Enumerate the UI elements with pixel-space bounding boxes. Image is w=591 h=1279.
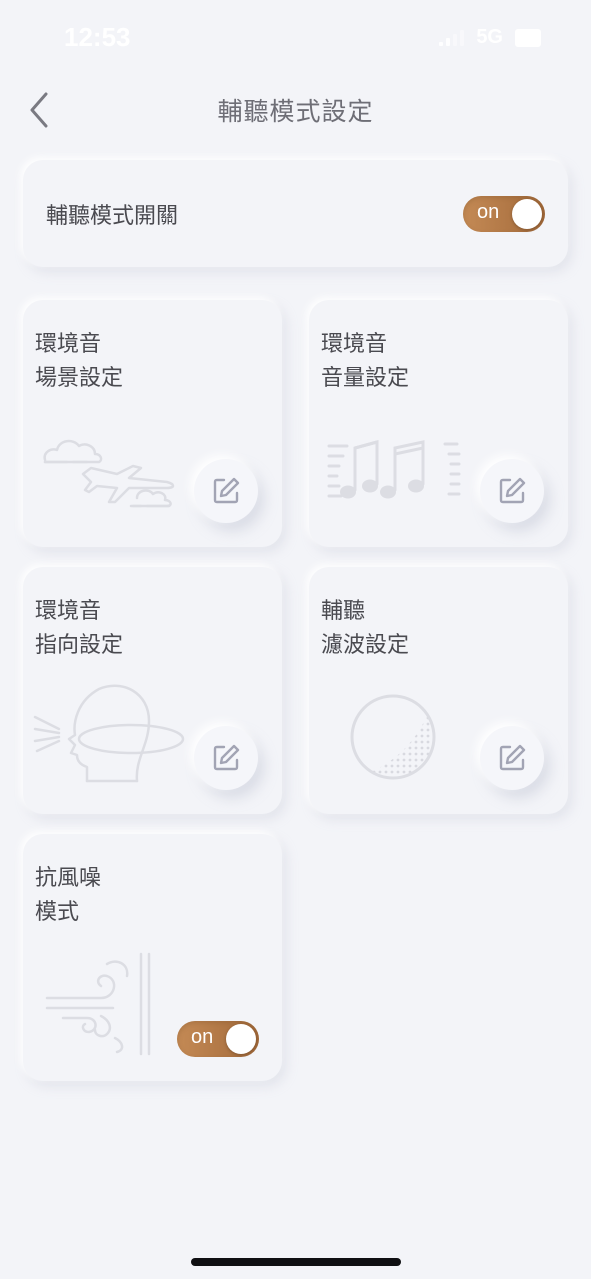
edit-volume-button[interactable] — [480, 459, 544, 523]
anti-wind-noise-mode-card: 抗風噪 模式 on — [23, 834, 282, 1081]
tile-title: 輔聽 濾波設定 — [321, 599, 410, 658]
status-time: 12:53 — [64, 22, 131, 52]
anti-wind-noise-toggle[interactable]: on — [177, 1021, 259, 1057]
page-title: 輔聽模式設定 — [217, 97, 374, 126]
battery-icon — [515, 28, 541, 47]
edit-icon — [213, 477, 240, 504]
toggle-knob — [512, 199, 542, 229]
hearing-mode-switch-card: 輔聽模式開關 on — [23, 160, 568, 267]
signal-icon — [439, 29, 465, 46]
status-indicators: 5G — [439, 26, 541, 49]
network-type: 5G — [476, 26, 503, 48]
tile-title: 抗風噪 模式 — [35, 866, 102, 925]
hearing-mode-switch-label: 輔聽模式開關 — [46, 204, 179, 229]
toggle-label: on — [477, 201, 500, 223]
header: 輔聽模式設定 — [0, 80, 591, 140]
ambient-volume-settings-card[interactable]: 環境音 音量設定 — [309, 300, 568, 547]
edit-filter-button[interactable] — [480, 726, 544, 790]
toggle-knob — [226, 1024, 256, 1054]
hearing-filter-settings-card[interactable]: 輔聽 濾波設定 — [309, 567, 568, 814]
edit-icon — [499, 744, 526, 771]
edit-icon — [213, 744, 240, 771]
wind-icon — [45, 952, 151, 1056]
hearing-mode-toggle[interactable]: on — [463, 196, 545, 232]
tile-title: 環境音 場景設定 — [35, 332, 124, 391]
toggle-label: on — [191, 1026, 214, 1048]
edit-icon — [499, 477, 526, 504]
tile-title: 環境音 音量設定 — [321, 332, 410, 391]
head-direction-icon — [33, 684, 185, 783]
filter-circle-icon — [350, 694, 436, 780]
music-notes-icon — [327, 440, 461, 499]
tile-title: 環境音 指向設定 — [35, 599, 124, 658]
edit-scene-button[interactable] — [194, 459, 258, 523]
home-indicator[interactable] — [191, 1258, 401, 1266]
ambient-scene-settings-card[interactable]: 環境音 場景設定 — [23, 300, 282, 547]
status-bar: 12:53 5G — [0, 0, 591, 80]
airplane-clouds-icon — [43, 439, 175, 508]
ambient-direction-settings-card[interactable]: 環境音 指向設定 — [23, 567, 282, 814]
edit-direction-button[interactable] — [194, 726, 258, 790]
